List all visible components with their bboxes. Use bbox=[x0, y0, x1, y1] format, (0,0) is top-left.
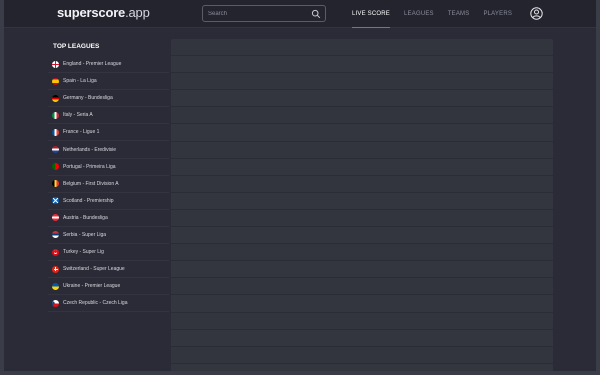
placeholder-row bbox=[171, 73, 553, 91]
nav-leagues[interactable]: LEAGUES bbox=[404, 0, 434, 28]
search-box[interactable] bbox=[202, 5, 326, 22]
top-leagues-sidebar: TOP LEAGUES England - Premier League Spai… bbox=[48, 38, 169, 313]
league-item-germany[interactable]: Germany - Bundesliga bbox=[48, 90, 169, 108]
league-item-turkey[interactable]: Turkey - Super Lig bbox=[48, 244, 169, 262]
search-input[interactable] bbox=[208, 10, 308, 17]
placeholder-row bbox=[171, 209, 553, 228]
turkey-flag-icon bbox=[52, 248, 59, 256]
live-score-panel bbox=[171, 39, 553, 375]
league-item-label: Ukraine - Premier League bbox=[63, 283, 121, 290]
top-header: superscore.app LIVE SCORE LEAGUES TEAMS … bbox=[0, 0, 600, 28]
league-item-switzerland[interactable]: Switzerland - Super League bbox=[48, 261, 169, 279]
logo-text-bold: superscore bbox=[57, 5, 126, 20]
placeholder-row bbox=[171, 175, 553, 193]
placeholder-row bbox=[171, 90, 553, 108]
main-nav: LIVE SCORE LEAGUES TEAMS PLAYERS bbox=[352, 0, 526, 28]
placeholder-row bbox=[171, 244, 553, 262]
league-item-label: Netherlands - Eredivisie bbox=[63, 146, 117, 153]
sidebar-title: TOP LEAGUES bbox=[53, 43, 100, 50]
placeholder-row bbox=[171, 192, 553, 210]
league-item-label: France - Ligue 1 bbox=[63, 129, 100, 136]
placeholder-row bbox=[171, 261, 553, 279]
league-list: England - Premier League Spain - La Liga G… bbox=[48, 56, 169, 313]
scotland-flag-icon bbox=[52, 197, 59, 205]
placeholder-row bbox=[171, 107, 553, 125]
austria-flag-icon bbox=[52, 214, 59, 222]
league-item-belgium[interactable]: Belgium - First Division A bbox=[48, 176, 169, 193]
placeholder-row bbox=[171, 227, 553, 245]
league-item-ukraine[interactable]: Ukraine - Premier League bbox=[48, 278, 169, 296]
league-item-label: England - Premier League bbox=[63, 61, 122, 68]
league-item-netherlands[interactable]: Netherlands - Eredivisie bbox=[48, 141, 169, 159]
league-item-label: Germany - Bundesliga bbox=[63, 95, 113, 102]
league-item-label: Spain - La Liga bbox=[63, 78, 97, 85]
league-item-label: Belgium - First Division A bbox=[63, 180, 119, 187]
placeholder-row bbox=[171, 158, 553, 176]
league-item-scotland[interactable]: Scotland - Premiership bbox=[48, 193, 169, 210]
league-item-italy[interactable]: Italy - Seria A bbox=[48, 107, 169, 125]
placeholder-row bbox=[171, 39, 553, 57]
league-item-spain[interactable]: Spain - La Liga bbox=[48, 73, 169, 91]
league-item-portugal[interactable]: Portugal - Primeira Liga bbox=[48, 159, 169, 176]
logo-text-light: .app bbox=[125, 5, 150, 20]
placeholder-row bbox=[171, 141, 553, 159]
france-flag-icon bbox=[52, 128, 59, 136]
placeholder-row bbox=[171, 278, 553, 296]
placeholder-row bbox=[171, 124, 553, 142]
belgium-flag-icon bbox=[52, 180, 59, 188]
nav-players[interactable]: PLAYERS bbox=[483, 0, 512, 28]
placeholder-row bbox=[171, 346, 553, 364]
nav-live-score[interactable]: LIVE SCORE bbox=[352, 0, 391, 28]
league-item-serbia[interactable]: Serbia - Super Liga bbox=[48, 227, 169, 245]
germany-flag-icon bbox=[52, 94, 59, 102]
league-item-label: Serbia - Super Liga bbox=[63, 231, 107, 238]
switzerland-flag-icon bbox=[52, 265, 59, 273]
league-item-label: Austria - Bundesliga bbox=[63, 214, 108, 221]
placeholder-row bbox=[171, 295, 553, 313]
league-item-label: Scotland - Premiership bbox=[63, 197, 114, 204]
search-icon[interactable] bbox=[311, 9, 321, 19]
spain-flag-icon bbox=[52, 77, 59, 85]
england-flag-icon bbox=[52, 60, 59, 68]
league-item-czech[interactable]: Czech Republic - Czech Liga bbox=[48, 295, 169, 313]
user-circle-icon[interactable] bbox=[530, 7, 543, 20]
league-item-label: Portugal - Primeira Liga bbox=[63, 163, 116, 170]
league-item-label: Czech Republic - Czech Liga bbox=[63, 300, 128, 307]
placeholder-row bbox=[171, 56, 553, 74]
czech-flag-icon bbox=[52, 299, 59, 307]
ukraine-flag-icon bbox=[52, 282, 59, 290]
league-item-label: Turkey - Super Lig bbox=[63, 249, 104, 256]
nav-teams[interactable]: TEAMS bbox=[448, 0, 470, 28]
league-item-england[interactable]: England - Premier League bbox=[48, 56, 169, 74]
league-item-label: Italy - Seria A bbox=[63, 112, 93, 119]
portugal-flag-icon bbox=[52, 163, 59, 171]
serbia-flag-icon bbox=[52, 231, 59, 239]
placeholder-row bbox=[171, 329, 553, 347]
app-logo[interactable]: superscore .app bbox=[57, 5, 150, 20]
placeholder-row bbox=[171, 312, 553, 330]
placeholder-row bbox=[171, 363, 553, 375]
league-item-label: Switzerland - Super League bbox=[63, 266, 125, 273]
italy-flag-icon bbox=[52, 111, 59, 119]
placeholder-rows bbox=[171, 39, 553, 375]
league-item-austria[interactable]: Austria - Bundesliga bbox=[48, 210, 169, 227]
league-item-france[interactable]: France - Ligue 1 bbox=[48, 124, 169, 142]
netherlands-flag-icon bbox=[52, 146, 59, 154]
